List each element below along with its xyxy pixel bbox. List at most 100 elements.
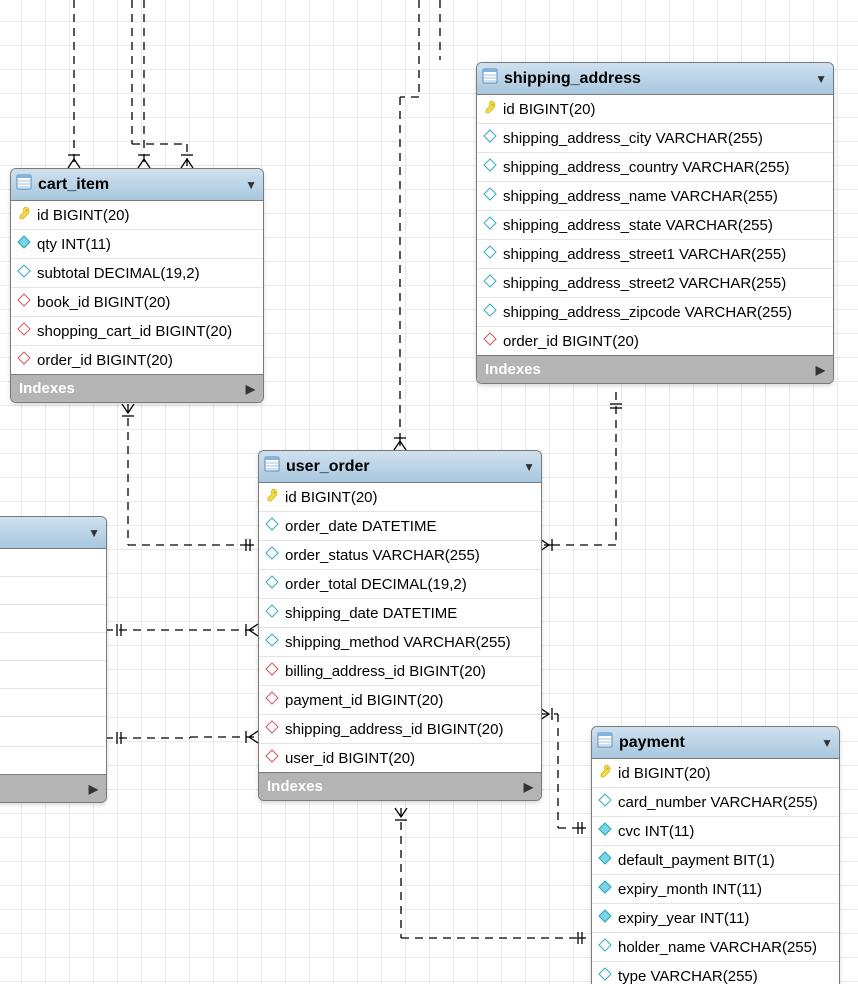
column-type-icon [265,575,285,593]
table-header[interactable]: cart_item▼ [11,169,263,201]
column-row[interactable]: order_id BIGINT(20) [11,346,263,374]
table-user_order[interactable]: user_order▼id BIGINT(20) order_date DATET… [258,450,542,801]
column-row[interactable]: RCHAR(255) [0,605,106,633]
chevron-right-icon[interactable]: ▶ [246,382,255,396]
column-text: order_date DATETIME [285,518,436,535]
column-row[interactable]: id BIGINT(20) [477,95,833,124]
column-row[interactable]: id BIGINT(20) [11,201,263,230]
column-row[interactable]: card_number VARCHAR(255) [592,788,839,817]
column-text: default_payment BIT(1) [618,852,775,869]
table-header[interactable]: shipping_address▼ [477,63,833,95]
column-row[interactable]: billing_address_id BIGINT(20) [259,657,541,686]
column-row[interactable]: expiry_month INT(11) [592,875,839,904]
column-type-icon [17,293,37,311]
column-text: shopping_cart_id BIGINT(20) [37,323,232,340]
indexes-section[interactable]: Indexes▶ [259,772,541,800]
column-row[interactable]: order_status VARCHAR(255) [259,541,541,570]
column-row[interactable]: HAR(255) [0,549,106,577]
chevron-down-icon[interactable]: ▼ [88,526,100,540]
table-header[interactable]: ▼ [0,517,106,549]
table-title: payment [619,734,821,752]
indexes-section[interactable]: Indexes▶ [477,355,833,383]
column-row[interactable]: type VARCHAR(255) [592,962,839,984]
table-icon [16,174,38,195]
column-row[interactable]: order_total DECIMAL(19,2) [259,570,541,599]
column-text: shipping_date DATETIME [285,605,457,622]
column-type-icon [17,206,37,224]
column-type-icon [265,633,285,651]
column-text: expiry_month INT(11) [618,881,762,898]
column-row[interactable]: shipping_address_name VARCHAR(255) [477,182,833,211]
column-text: payment_id BIGINT(20) [285,692,443,709]
column-row[interactable]: shopping_cart_id BIGINT(20) [11,317,263,346]
column-row[interactable]: order_date DATETIME [259,512,541,541]
column-row[interactable]: user_id BIGINT(20) [259,744,541,772]
column-text: card_number VARCHAR(255) [618,794,818,811]
column-row[interactable]: qty INT(11) [11,230,263,259]
column-row[interactable]: RCHAR(255) [0,633,106,661]
column-row[interactable]: shipping_method VARCHAR(255) [259,628,541,657]
column-row[interactable]: RCHAR(255) [0,661,106,689]
column-row[interactable]: shipping_address_state VARCHAR(255) [477,211,833,240]
column-text: shipping_address_city VARCHAR(255) [503,130,763,147]
column-text: shipping_method VARCHAR(255) [285,634,511,651]
table-partial_left[interactable]: ▼HAR(255)ARCHAR(255)RCHAR(255)RCHAR(255)… [0,516,107,803]
column-row[interactable]: shipping_address_city VARCHAR(255) [477,124,833,153]
column-text: holder_name VARCHAR(255) [618,939,817,956]
column-text: subtotal DECIMAL(19,2) [37,265,200,282]
column-type-icon [483,332,503,350]
column-row[interactable]: shipping_address_street1 VARCHAR(255) [477,240,833,269]
column-type-icon [17,264,37,282]
column-row[interactable]: book_id BIGINT(20) [11,288,263,317]
column-row[interactable]: order_id BIGINT(20) [477,327,833,355]
column-row[interactable]: shipping_address_zipcode VARCHAR(255) [477,298,833,327]
erd-canvas[interactable]: .dline { stroke:#000; stroke-width:1.3; … [0,0,858,984]
column-type-icon [265,720,285,738]
column-row[interactable]: id BIGINT(20) [259,483,541,512]
column-row[interactable]: cvc INT(11) [592,817,839,846]
chevron-down-icon[interactable]: ▼ [245,178,257,192]
table-cart_item[interactable]: cart_item▼id BIGINT(20)qty INT(11) subtot… [10,168,264,403]
chevron-down-icon[interactable]: ▼ [815,72,827,86]
columns-list: id BIGINT(20) shipping_address_city VARCH… [477,95,833,355]
column-type-icon [265,488,285,506]
column-type-icon [598,851,618,869]
column-row[interactable] [0,717,106,747]
column-text: book_id BIGINT(20) [37,294,170,311]
column-row[interactable]: default_payment BIT(1) [592,846,839,875]
column-type-icon [483,187,503,205]
column-type-icon [483,245,503,263]
column-text: expiry_year INT(11) [618,910,749,927]
chevron-down-icon[interactable]: ▼ [821,736,833,750]
column-text: shipping_address_id BIGINT(20) [285,721,503,738]
column-row[interactable]: payment_id BIGINT(20) [259,686,541,715]
indexes-section[interactable]: Indexes▶ [0,774,106,802]
column-row[interactable]: ARCHAR(255) [0,689,106,717]
left-wide-to-user-order [105,731,258,744]
indexes-section[interactable]: Indexes▶ [11,374,263,402]
column-type-icon [483,303,503,321]
table-header[interactable]: user_order▼ [259,451,541,483]
column-row[interactable]: shipping_address_street2 VARCHAR(255) [477,269,833,298]
column-row[interactable]: ARCHAR(255) [0,577,106,605]
column-row[interactable]: shipping_address_id BIGINT(20) [259,715,541,744]
column-row[interactable]: expiry_year INT(11) [592,904,839,933]
table-shipping_address[interactable]: shipping_address▼id BIGINT(20) shipping_a… [476,62,834,384]
table-payment[interactable]: payment▼id BIGINT(20)card_number VARCHAR… [591,726,840,984]
column-type-icon [265,691,285,709]
column-row[interactable]: subtotal DECIMAL(19,2) [11,259,263,288]
chevron-right-icon[interactable]: ▶ [89,782,98,796]
chevron-right-icon[interactable]: ▶ [524,780,533,794]
shipping-to-user-order [540,392,622,551]
column-row[interactable]: shipping_date DATETIME [259,599,541,628]
column-text: shipping_address_state VARCHAR(255) [503,217,773,234]
chevron-down-icon[interactable]: ▼ [523,460,535,474]
column-text: cvc INT(11) [618,823,694,840]
column-row[interactable]: CHAR(255) [0,747,106,774]
column-row[interactable]: id BIGINT(20) [592,759,839,788]
column-row[interactable]: shipping_address_country VARCHAR(255) [477,153,833,182]
column-type-icon [265,604,285,622]
chevron-right-icon[interactable]: ▶ [816,363,825,377]
column-row[interactable]: holder_name VARCHAR(255) [592,933,839,962]
table-header[interactable]: payment▼ [592,727,839,759]
